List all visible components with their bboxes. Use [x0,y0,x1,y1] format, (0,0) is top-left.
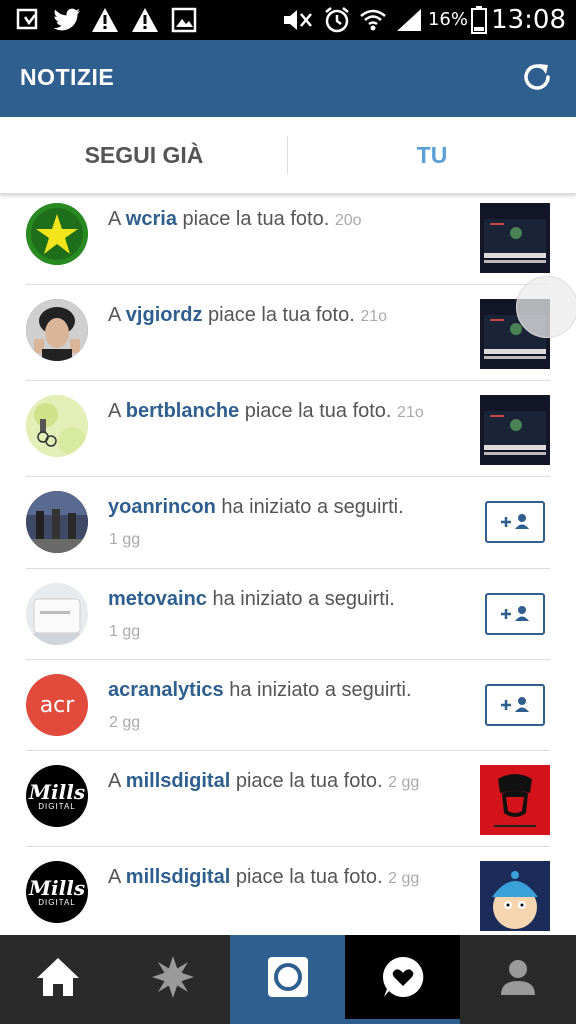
clock: 13:08 [491,5,566,35]
list-item[interactable]: Mills DIGITAL A millsdigital piace la tu… [0,847,576,935]
avatar[interactable]: acr [26,674,88,736]
avatar-logo: Mills [28,779,86,804]
username-link[interactable]: acranalytics [108,679,224,701]
avatar[interactable] [26,203,88,265]
username-link[interactable]: bertblanche [126,400,239,422]
avatar-logo-sub: DIGITAL [38,897,76,907]
username-link[interactable]: yoanrincon [108,496,216,518]
page-title: NOTIZIE [20,64,115,90]
username-link[interactable]: millsdigital [126,770,230,792]
avatar[interactable]: Mills DIGITAL [26,765,88,827]
gallery-icon [170,6,198,34]
follow-button[interactable] [485,501,545,543]
timestamp: 2 gg [388,870,420,887]
list-item[interactable]: yoanrincon ha iniziato a seguirti. 1 gg [0,477,576,569]
tab-you[interactable]: TU [288,117,576,193]
username-link[interactable]: vjgiordz [126,304,203,326]
list-item[interactable]: A vjgiordz piace la tua foto. 21o [0,285,576,381]
bottom-nav [0,935,576,1024]
app-header: NOTIZIE [0,40,576,117]
battery-percent: 16% [427,9,468,30]
timestamp: 1 gg [109,623,141,640]
signal-icon [394,6,424,34]
list-item[interactable]: metovainc ha iniziato a seguirti. 1 gg [0,569,576,660]
list-item[interactable]: Mills DIGITAL A millsdigital piace la tu… [0,751,576,847]
timestamp: 20o [334,212,362,229]
explore-icon [150,954,196,1005]
mute-icon [280,6,316,34]
warning-icon [130,6,160,34]
download-notification-icon [14,6,42,34]
nav-activity[interactable] [345,935,460,1024]
list-item[interactable]: A bertblanche piace la tua foto. 21o [0,381,576,477]
avatar-logo: Mills [28,875,86,900]
home-icon [35,956,81,1003]
tab-following[interactable]: SEGUI GIÀ [0,117,288,193]
username-link[interactable]: metovainc [108,588,207,610]
list-item[interactable]: A wcria piace la tua foto. 20o [0,193,576,285]
activity-feed: A wcria piace la tua foto. 20o A vjgiord… [0,193,576,935]
twitter-icon [52,6,82,34]
avatar-text: acr [39,692,75,718]
follow-button[interactable] [485,593,545,635]
camera-icon [267,956,309,1003]
timestamp: 21o [360,308,388,325]
nav-camera[interactable] [230,935,345,1024]
wifi-icon [358,6,388,34]
avatar[interactable] [26,299,88,361]
active-tab-indicator [345,1019,460,1024]
username-link[interactable]: millsdigital [126,866,230,888]
refresh-icon[interactable] [520,60,554,94]
profile-icon [498,957,538,1002]
username-link[interactable]: wcria [126,208,177,230]
floating-assist-button[interactable] [516,276,576,338]
activity-icon [381,955,425,1004]
avatar[interactable] [26,395,88,457]
avatar[interactable] [26,583,88,645]
alarm-icon [322,6,352,34]
timestamp: 21o [397,404,424,421]
nav-explore[interactable] [115,935,230,1024]
follow-button[interactable] [485,684,545,726]
avatar-logo-sub: DIGITAL [38,801,76,811]
photo-thumbnail[interactable] [480,203,550,273]
photo-thumbnail[interactable] [480,861,550,931]
photo-thumbnail[interactable] [480,395,550,465]
nav-home[interactable] [0,935,115,1024]
status-bar: 16% 13:08 [0,0,576,40]
warning-icon [90,6,120,34]
timestamp: 1 gg [109,531,141,548]
list-item[interactable]: acr acranalytics ha iniziato a seguirti.… [0,660,576,751]
photo-thumbnail[interactable] [480,765,550,835]
avatar[interactable] [26,491,88,553]
battery-icon [470,6,488,34]
avatar[interactable]: Mills DIGITAL [26,861,88,923]
tab-bar: SEGUI GIÀ TU [0,117,576,195]
nav-profile[interactable] [460,935,575,1024]
timestamp: 2 gg [109,714,141,731]
timestamp: 2 gg [388,774,420,791]
